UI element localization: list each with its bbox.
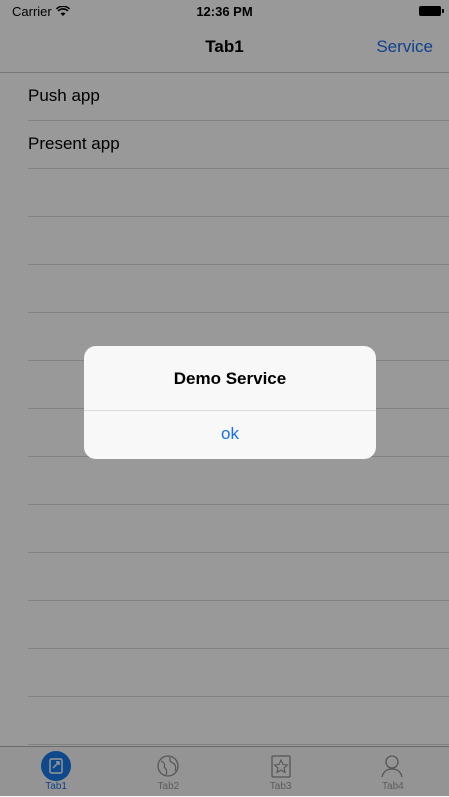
- alert-title: Demo Service: [173, 369, 287, 388]
- ok-button[interactable]: ok: [84, 411, 376, 459]
- alert-dialog: Demo Service ok: [84, 346, 376, 459]
- app-screen: Carrier 12:36 PM Tab1 Service Push app P…: [0, 0, 449, 797]
